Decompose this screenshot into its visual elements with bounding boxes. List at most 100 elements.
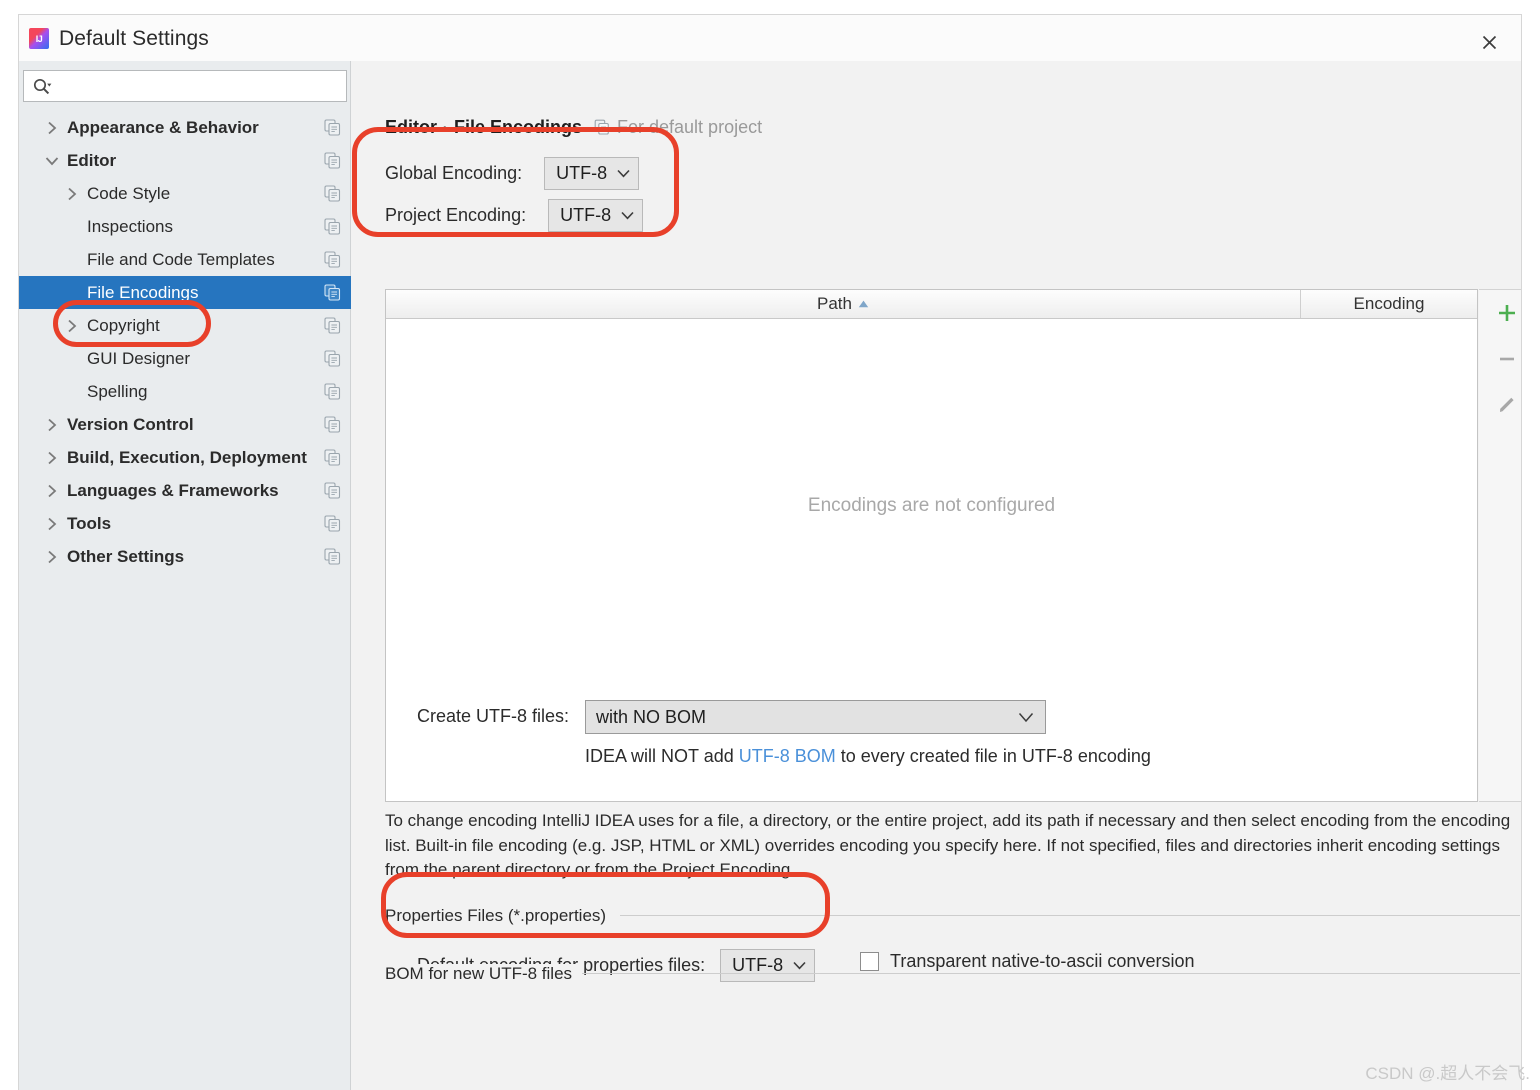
add-button[interactable] [1479,290,1521,336]
chevron-right-icon[interactable] [43,449,61,467]
chevron-down-icon [793,961,806,970]
sidebar-item-label: Tools [67,513,112,533]
chevron-right-icon[interactable] [43,416,61,434]
sidebar-item-label: File Encodings [87,282,199,302]
watermark: CSDN @.超人不会飞. [1365,1064,1530,1083]
column-header-path[interactable]: Path [386,290,1301,318]
copy-icon[interactable] [324,449,341,466]
breadcrumb-root[interactable]: Editor [385,117,437,138]
chevron-right-icon[interactable] [43,548,61,566]
copy-icon[interactable] [324,515,341,532]
create-utf8-label: Create UTF-8 files: [417,706,570,726]
settings-content-panel: Editor › File Encodings For default proj… [352,61,1521,1090]
sidebar-item-label: Spelling [87,381,148,401]
sidebar-item-file-and-code-templates[interactable]: File and Code Templates [19,243,351,276]
settings-sidebar: Appearance & Behavior Editor Code Style Ins… [19,61,351,1090]
create-utf8-select[interactable]: with NO BOM [585,700,1046,734]
copy-icon[interactable] [324,152,341,169]
sidebar-item-appearance-behavior[interactable]: Appearance & Behavior [19,111,351,144]
copy-icon[interactable] [324,218,341,235]
edit-button[interactable] [1479,382,1521,428]
column-header-encoding[interactable]: Encoding [1301,290,1477,318]
sidebar-item-code-style[interactable]: Code Style [19,177,351,210]
sidebar-item-version-control[interactable]: Version Control [19,408,351,441]
sidebar-item-other-settings[interactable]: Other Settings [19,540,351,573]
create-utf8-value: with NO BOM [596,706,707,727]
global-encoding-row: Global Encoding: UTF-8 [385,157,640,190]
sidebar-item-label: Languages & Frameworks [67,480,279,500]
sidebar-item-languages-frameworks[interactable]: Languages & Frameworks [19,474,351,507]
global-encoding-value: UTF-8 [556,163,608,183]
copy-icon[interactable] [324,482,341,499]
plus-icon [1498,305,1515,321]
sidebar-item-gui-designer[interactable]: GUI Designer [19,342,351,375]
global-encoding-combo[interactable]: UTF-8 [544,157,640,190]
project-encoding-combo[interactable]: UTF-8 [548,199,644,232]
bom-section-divider [582,973,1520,974]
chevron-right-icon[interactable] [63,185,81,203]
bom-note-link[interactable]: UTF-8 BOM [739,746,836,766]
bom-note-suffix: to every created file in UTF-8 encoding [835,746,1151,766]
breadcrumb-current: File Encodings [454,117,583,137]
sidebar-item-editor[interactable]: Editor [19,144,351,177]
pencil-icon [1499,397,1514,412]
project-encoding-value: UTF-8 [560,205,612,225]
global-encoding-label: Global Encoding: [385,163,523,183]
chevron-down-icon[interactable] [43,152,61,170]
remove-button[interactable] [1479,336,1521,382]
breadcrumb-note: For default project [617,117,763,137]
sidebar-item-label: Version Control [67,414,194,434]
copy-icon[interactable] [324,119,341,136]
project-encoding-label: Project Encoding: [385,205,527,225]
chevron-right-icon[interactable] [43,515,61,533]
intellij-idea-icon [29,28,49,49]
transparent-conversion-label: Transparent native-to-ascii conversion [890,951,1195,971]
sidebar-item-inspections[interactable]: Inspections [19,210,351,243]
project-encoding-row: Project Encoding: UTF-8 [385,199,644,232]
search-box[interactable] [23,70,347,102]
chevron-right-icon[interactable] [43,119,61,137]
screenshot-root: Default Settings Appearance & Behavior Ed… [0,0,1540,1090]
table-toolbar [1479,289,1521,802]
transparent-conversion-checkbox[interactable] [860,952,879,971]
copy-icon[interactable] [324,383,341,400]
sidebar-item-file-encodings[interactable]: File Encodings [19,276,351,309]
table-empty-message: Encodings are not configured [807,494,1056,516]
sidebar-item-spelling[interactable]: Spelling [19,375,351,408]
sidebar-item-build-execution-deployment[interactable]: Build, Execution, Deployment [19,441,351,474]
close-button[interactable] [1469,25,1509,59]
copy-icon[interactable] [324,350,341,367]
sidebar-item-label: Editor [67,150,117,170]
sidebar-item-copyright[interactable]: Copyright [19,309,351,342]
sidebar-item-label: Code Style [87,183,171,203]
breadcrumb-separator: › [443,120,448,137]
sidebar-item-label: File and Code Templates [87,249,275,269]
copy-icon[interactable] [324,416,341,433]
breadcrumb: Editor › File Encodings For default proj… [385,117,762,138]
column-header-encoding-label: Encoding [1353,294,1425,313]
chevron-down-icon [1018,710,1034,728]
chevron-down-icon [617,169,630,178]
properties-section-title: Properties Files (*.properties) [385,906,615,926]
minus-icon [1499,357,1514,361]
copy-icon[interactable] [324,185,341,202]
sidebar-item-tools[interactable]: Tools [19,507,351,540]
table-header-row: Path Encoding [386,290,1477,319]
copy-icon[interactable] [324,284,341,301]
copy-icon[interactable] [324,251,341,268]
chevron-right-icon[interactable] [43,482,61,500]
copy-icon[interactable] [324,317,341,334]
sort-ascending-icon [858,300,869,308]
description-text: To change encoding IntelliJ IDEA uses fo… [385,811,1511,880]
settings-tree: Appearance & Behavior Editor Code Style Ins… [19,111,351,573]
bom-note: IDEA will NOT add UTF-8 BOM to every cre… [585,746,1151,767]
search-input[interactable] [58,71,342,101]
settings-window: Default Settings Appearance & Behavior Ed… [18,14,1522,1090]
chevron-down-icon [621,211,634,220]
default-properties-encoding-combo[interactable]: UTF-8 [720,949,816,982]
bom-section-title: BOM for new UTF-8 files [385,964,581,984]
chevron-right-icon[interactable] [63,317,81,335]
copy-icon[interactable] [324,548,341,565]
sidebar-item-label: GUI Designer [87,348,190,368]
copy-icon [594,119,609,135]
